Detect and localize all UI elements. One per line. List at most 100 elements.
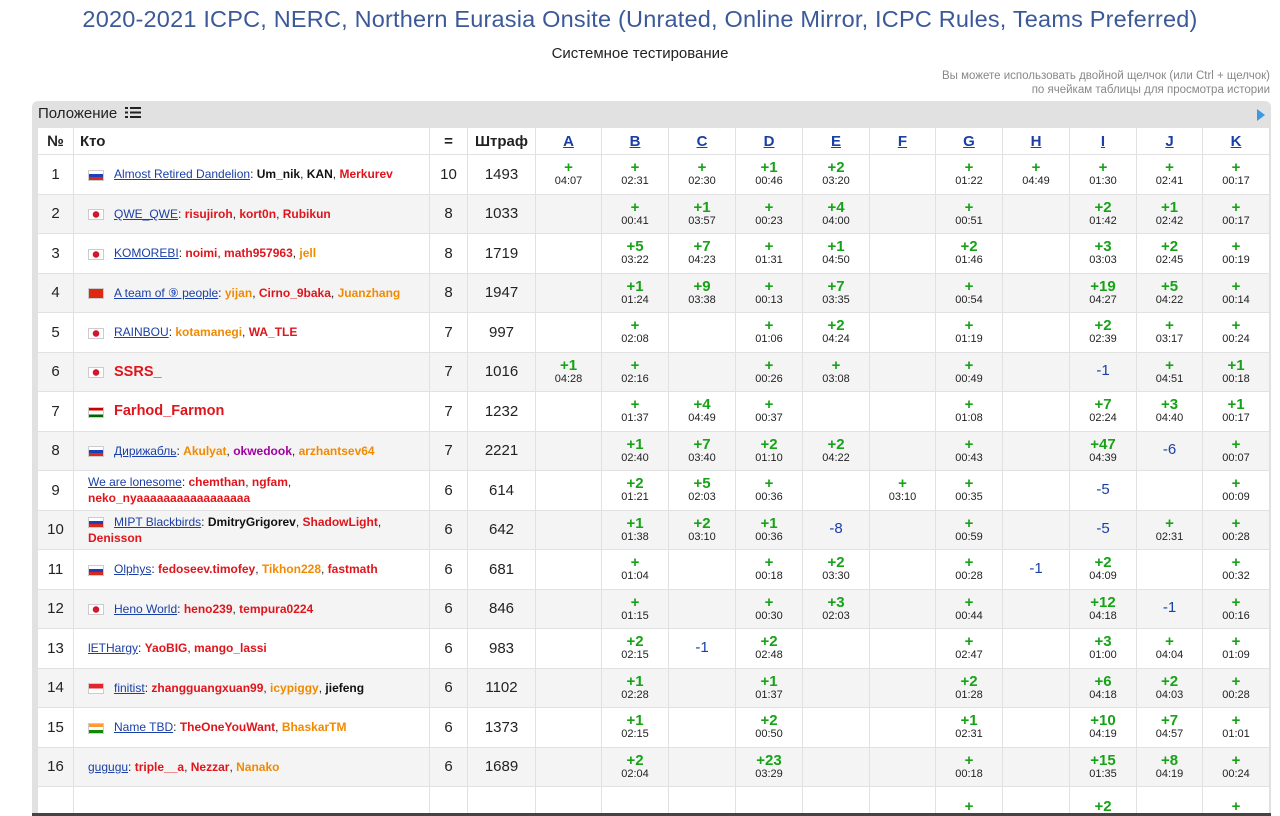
problem-result-cell[interactable] — [1136, 786, 1203, 816]
problem-result-cell[interactable] — [869, 430, 936, 471]
member-link[interactable]: Tikhon228 — [262, 562, 321, 576]
problem-result-cell[interactable]: +01:04 — [601, 549, 669, 590]
problem-result-cell[interactable]: +7 03:35 — [802, 272, 870, 313]
problem-result-cell[interactable]: +2 02:15 — [601, 628, 669, 669]
problem-C-header[interactable]: C — [668, 127, 736, 155]
problem-result-cell[interactable]: +00:41 — [601, 193, 669, 234]
problem-result-cell[interactable]: +4 04:00 — [802, 193, 870, 234]
problem-result-cell[interactable] — [535, 193, 602, 234]
problem-result-cell[interactable]: +02:47 — [935, 628, 1003, 669]
problem-result-cell[interactable]: -6 — [1136, 430, 1203, 471]
problem-result-cell[interactable]: +00:35 — [935, 470, 1003, 511]
problem-result-cell[interactable]: +00:24 — [1202, 746, 1270, 787]
problem-result-cell[interactable]: +7 04:23 — [668, 233, 736, 274]
problem-result-cell[interactable]: +00:37 — [735, 391, 803, 432]
problem-result-cell[interactable]: -1 — [1136, 588, 1203, 629]
problem-result-cell[interactable]: +47 04:39 — [1069, 430, 1137, 471]
problem-result-cell[interactable] — [535, 391, 602, 432]
member-link[interactable]: okwedook — [233, 444, 292, 458]
problem-link[interactable]: G — [963, 133, 975, 150]
problem-result-cell[interactable]: +01:30 — [1069, 154, 1137, 195]
problem-result-cell[interactable]: +00:14 — [1202, 272, 1270, 313]
problem-K-header[interactable]: K — [1202, 127, 1270, 155]
member-link[interactable]: chemthan — [189, 475, 246, 489]
problem-result-cell[interactable]: +3 02:03 — [802, 588, 870, 629]
problem-result-cell[interactable]: +2 03:30 — [802, 549, 870, 590]
member-link[interactable]: DmitryGrigorev — [208, 515, 296, 529]
team-link[interactable]: Olphys — [114, 562, 151, 576]
problem-link[interactable]: I — [1101, 133, 1105, 150]
member-link[interactable]: icypiggy — [270, 681, 319, 695]
problem-result-cell[interactable]: +01:15 — [601, 588, 669, 629]
problem-result-cell[interactable]: +02:31 — [601, 154, 669, 195]
member-link[interactable]: TheOneYouWant — [180, 720, 275, 734]
problem-result-cell[interactable]: +00:18 — [735, 549, 803, 590]
member-link[interactable]: BhaskarTM — [282, 720, 347, 734]
problem-result-cell[interactable]: +2 02:39 — [1069, 312, 1137, 353]
problem-result-cell[interactable]: +5 04:22 — [1136, 272, 1203, 313]
team-link[interactable]: lETHargy — [88, 641, 138, 655]
problem-I-header[interactable]: I — [1069, 127, 1137, 155]
problem-result-cell[interactable] — [869, 193, 936, 234]
member-link[interactable]: triple__a — [135, 760, 184, 774]
member-link[interactable]: Akulyat — [183, 444, 226, 458]
problem-D-header[interactable]: D — [735, 127, 803, 155]
problem-result-cell[interactable]: +00:24 — [1202, 312, 1270, 353]
problem-result-cell[interactable]: +2 04:09 — [1069, 549, 1137, 590]
problem-result-cell[interactable]: +01:37 — [601, 391, 669, 432]
problem-result-cell[interactable]: +2 00:50 — [735, 707, 803, 748]
problem-result-cell[interactable] — [869, 272, 936, 313]
problem-result-cell[interactable] — [668, 786, 736, 816]
problem-result-cell[interactable]: +00:26 — [735, 351, 803, 392]
problem-result-cell[interactable] — [668, 707, 736, 748]
problem-link[interactable]: B — [630, 133, 641, 150]
problem-result-cell[interactable] — [869, 707, 936, 748]
problem-result-cell[interactable]: +3 04:40 — [1136, 391, 1203, 432]
problem-H-header[interactable]: H — [1002, 127, 1070, 155]
problem-result-cell[interactable]: +1 02:28 — [601, 667, 669, 708]
problem-result-cell[interactable] — [535, 312, 602, 353]
problem-result-cell[interactable]: +1 00:46 — [735, 154, 803, 195]
member-link[interactable]: risujiroh — [185, 207, 233, 221]
problem-result-cell[interactable]: +7 03:40 — [668, 430, 736, 471]
problem-result-cell[interactable] — [535, 746, 602, 787]
problem-result-cell[interactable] — [601, 786, 669, 816]
problem-result-cell[interactable]: +1 01:24 — [601, 272, 669, 313]
problem-result-cell[interactable] — [802, 628, 870, 669]
problem-link[interactable]: J — [1165, 133, 1173, 150]
problem-result-cell[interactable] — [535, 272, 602, 313]
member-link[interactable]: YaoBIG — [145, 641, 188, 655]
problem-result-cell[interactable]: +00:28 — [1202, 509, 1270, 550]
problem-result-cell[interactable] — [802, 707, 870, 748]
problem-result-cell[interactable] — [668, 351, 736, 392]
problem-result-cell[interactable]: +1 02:42 — [1136, 193, 1203, 234]
member-link[interactable]: KAN — [307, 167, 333, 181]
problem-result-cell[interactable]: +2 01:42 — [1069, 193, 1137, 234]
problem-result-cell[interactable]: +3 01:00 — [1069, 628, 1137, 669]
problem-result-cell[interactable]: +1 02:40 — [601, 430, 669, 471]
problem-result-cell[interactable] — [1002, 193, 1070, 234]
problem-result-cell[interactable] — [869, 391, 936, 432]
member-link[interactable]: kort0n — [239, 207, 276, 221]
problem-link[interactable]: D — [764, 133, 775, 150]
participant-link[interactable]: SSRS_ — [114, 364, 162, 380]
problem-result-cell[interactable]: +1 03:57 — [668, 193, 736, 234]
problem-result-cell[interactable] — [802, 391, 870, 432]
team-link[interactable]: RAINBOU — [114, 325, 169, 339]
problem-result-cell[interactable] — [1002, 588, 1070, 629]
problem-result-cell[interactable]: +00:49 — [935, 351, 1003, 392]
problem-result-cell[interactable]: +8 04:19 — [1136, 746, 1203, 787]
problem-result-cell[interactable] — [1136, 470, 1203, 511]
problem-result-cell[interactable]: + — [935, 786, 1003, 816]
problem-result-cell[interactable] — [869, 746, 936, 787]
problem-result-cell[interactable]: +03:08 — [802, 351, 870, 392]
problem-result-cell[interactable]: +00:59 — [935, 509, 1003, 550]
problem-result-cell[interactable]: +03:10 — [869, 470, 936, 511]
problem-result-cell[interactable]: +02:30 — [668, 154, 736, 195]
problem-result-cell[interactable]: +00:17 — [1202, 193, 1270, 234]
problem-result-cell[interactable]: +7 02:24 — [1069, 391, 1137, 432]
problem-result-cell[interactable]: +01:01 — [1202, 707, 1270, 748]
problem-result-cell[interactable]: +00:36 — [735, 470, 803, 511]
problem-result-cell[interactable]: +01:31 — [735, 233, 803, 274]
problem-result-cell[interactable]: +5 02:03 — [668, 470, 736, 511]
